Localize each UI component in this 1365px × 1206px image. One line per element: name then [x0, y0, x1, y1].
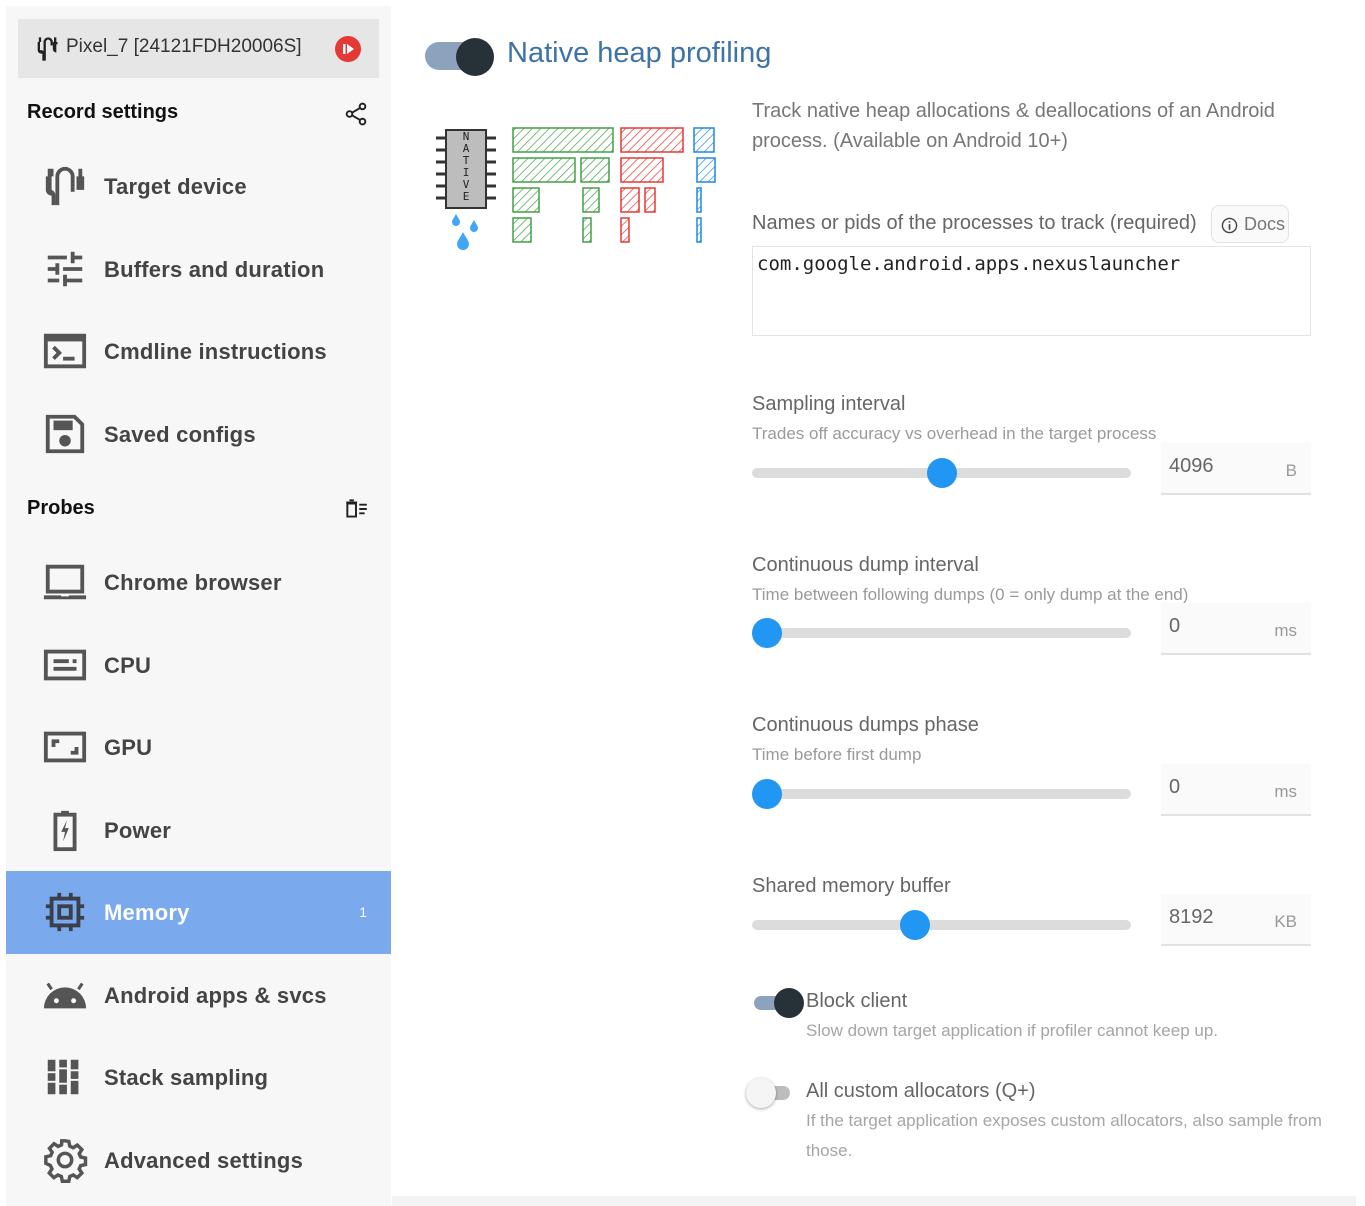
sidebar-item-advanced-settings[interactable]: Advanced settings: [6, 1119, 391, 1202]
sampling-interval-slider[interactable]: [752, 458, 1131, 488]
sidebar-item-label: Android apps & svcs: [104, 983, 327, 1008]
probe-title: Native heap profiling: [507, 37, 772, 69]
block-client-sublabel: Slow down target application if profiler…: [806, 1021, 1219, 1040]
panel-bottom-edge: [392, 1196, 1356, 1206]
sampling-interval-input[interactable]: 4096 B: [1161, 443, 1311, 495]
sidebar-item-label: Chrome browser: [104, 570, 282, 595]
shmem-buffer-unit: KB: [1274, 912, 1297, 931]
sidebar-item-saved-configs[interactable]: Saved configs: [6, 393, 391, 476]
laptop-icon: [43, 564, 87, 600]
slider-rail: [752, 789, 1131, 799]
probes-heading: Probes: [27, 497, 95, 519]
sidebar-item-label: Advanced settings: [104, 1148, 304, 1173]
slider-thumb[interactable]: [752, 779, 782, 809]
dump-interval-label: Continuous dump interval: [752, 554, 979, 576]
sampling-interval-unit: B: [1285, 461, 1297, 480]
custom-allocators-sublabel: If the target application exposes custom…: [806, 1111, 1322, 1160]
shmem-buffer-input[interactable]: 8192 KB: [1161, 894, 1311, 946]
sidebar-item-label: Cmdline instructions: [104, 339, 327, 364]
battery-charging-icon: [53, 810, 77, 852]
android-icon: [43, 982, 87, 1009]
slider-thumb[interactable]: [927, 458, 957, 488]
slider-rail: [752, 920, 1131, 930]
sidebar-item-buffers-and-duration[interactable]: Buffers and duration: [6, 228, 391, 311]
probe-description: Track native heap allocations & dealloca…: [752, 100, 1275, 152]
slider-thumb[interactable]: [752, 618, 782, 648]
sidebar-item-label: CPU: [104, 653, 152, 678]
tune-sliders-icon: [47, 251, 83, 287]
custom-allocators-label: All custom allocators (Q+): [806, 1080, 1036, 1102]
dumps-phase-label: Continuous dumps phase: [752, 714, 979, 736]
slider-rail: [752, 628, 1131, 638]
sidebar-item-label: Stack sampling: [104, 1065, 269, 1090]
processes-input[interactable]: com.google.android.apps.nexuslauncher: [752, 246, 1311, 336]
sidebar-item-stack-sampling[interactable]: Stack sampling: [6, 1036, 391, 1119]
dumps-phase-slider[interactable]: [752, 779, 1131, 809]
chip-label: NATIVE: [463, 130, 470, 203]
sidebar-item-cpu[interactable]: CPU: [6, 624, 391, 707]
info-icon: [1221, 217, 1238, 234]
native-heap-toggle[interactable]: [425, 36, 495, 78]
sidebar-item-label: Memory: [104, 900, 190, 925]
native-heap-illustration: NATIVE: [436, 127, 716, 250]
sidebar-item-cmdline-instructions[interactable]: Cmdline instructions: [6, 310, 391, 393]
sidebar-item-power[interactable]: Power: [6, 789, 391, 872]
sidebar: Pixel_7 [24121FDH20006S] Record settings…: [6, 6, 391, 1206]
shmem-buffer-value: 8192: [1169, 906, 1214, 928]
save-icon: [45, 414, 85, 454]
probe-panel: Native heap profiling NATIVE Track nativ…: [392, 6, 1356, 1196]
sidebar-item-label: Target device: [104, 174, 247, 199]
record-icon: [343, 44, 354, 54]
docs-button[interactable]: Docs: [1211, 205, 1289, 243]
device-selector[interactable]: Pixel_7 [24121FDH20006S]: [18, 19, 379, 78]
gear-icon: [44, 1139, 88, 1183]
sidebar-item-memory[interactable]: Memory 1: [6, 871, 391, 954]
sidebar-item-label: Buffers and duration: [104, 257, 325, 282]
dump-interval-sublabel: Time between following dumps (0 = only d…: [752, 585, 1189, 604]
usb-cable-icon: [45, 166, 85, 206]
record-button[interactable]: [335, 36, 361, 62]
dumps-phase-sublabel: Time before first dump: [752, 745, 922, 764]
sidebar-item-label: Saved configs: [104, 422, 256, 447]
clear-list-icon[interactable]: [343, 496, 369, 522]
dumps-phase-input[interactable]: 0 ms: [1161, 764, 1311, 816]
record-settings-heading: Record settings: [27, 101, 179, 123]
sidebar-item-label: GPU: [104, 735, 153, 760]
sidebar-item-gpu[interactable]: GPU: [6, 706, 391, 789]
block-client-toggle[interactable]: [754, 986, 804, 1018]
sampling-interval-value: 4096: [1169, 455, 1214, 477]
grid-icon: [47, 1059, 79, 1095]
slider-thumb[interactable]: [900, 910, 930, 940]
sidebar-item-android-apps[interactable]: Android apps & svcs: [6, 954, 391, 1037]
cpu-bar-icon: [43, 649, 87, 681]
block-client-label: Block client: [806, 990, 908, 1012]
shmem-buffer-label: Shared memory buffer: [752, 875, 951, 897]
memory-chip-icon: [45, 892, 85, 932]
sampling-interval-label: Sampling interval: [752, 393, 906, 415]
dump-interval-unit: ms: [1274, 621, 1297, 640]
sampling-interval-sublabel: Trades off accuracy vs overhead in the t…: [752, 424, 1157, 443]
device-name: Pixel_7 [24121FDH20006S]: [66, 36, 302, 57]
docs-label: Docs: [1244, 214, 1286, 234]
sidebar-item-chrome-browser[interactable]: Chrome browser: [6, 541, 391, 624]
probe-count-badge: 1: [359, 904, 367, 920]
sidebar-item-label: Power: [104, 818, 172, 843]
sidebar-item-target-device[interactable]: Target device: [6, 145, 391, 228]
usb-cable-icon: [37, 37, 58, 61]
shmem-buffer-slider[interactable]: [752, 910, 1131, 940]
dumps-phase-value: 0: [1169, 776, 1181, 798]
dump-interval-slider[interactable]: [752, 618, 1131, 648]
dump-interval-value: 0: [1169, 615, 1181, 637]
share-icon[interactable]: [343, 101, 369, 127]
dump-interval-input[interactable]: 0 ms: [1161, 603, 1311, 655]
processes-label: Names or pids of the processes to track …: [752, 212, 1197, 234]
custom-allocators-toggle[interactable]: [746, 1077, 796, 1109]
dumps-phase-unit: ms: [1274, 782, 1297, 801]
terminal-icon: [43, 333, 87, 369]
gpu-frame-icon: [43, 731, 87, 763]
